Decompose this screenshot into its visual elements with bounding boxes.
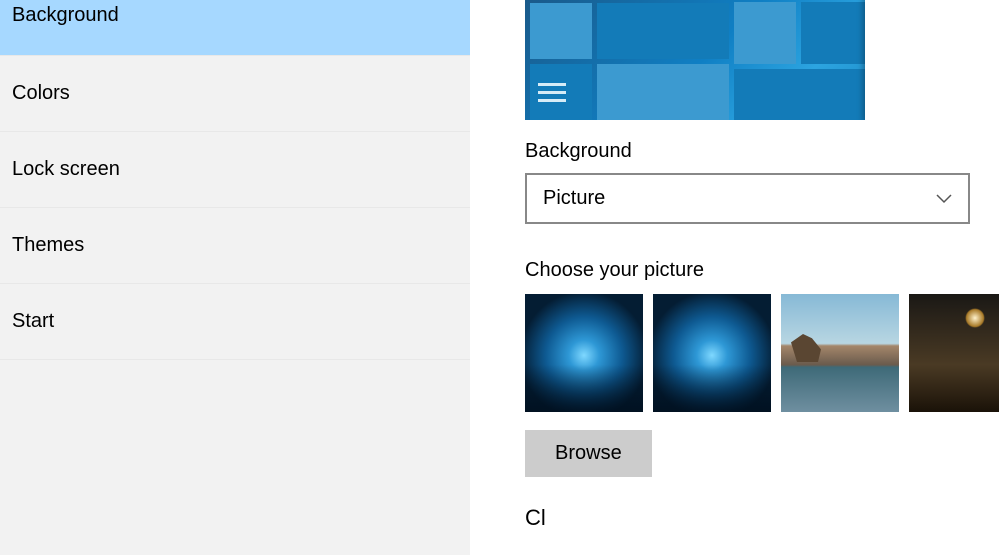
- sidebar-item-start[interactable]: Start: [0, 284, 470, 360]
- picture-thumbnail[interactable]: [653, 294, 771, 412]
- sidebar-item-label: Lock screen: [12, 158, 120, 181]
- background-type-dropdown[interactable]: Picture: [525, 173, 970, 224]
- sidebar-item-label: Colors: [12, 82, 70, 105]
- sidebar-item-background[interactable]: Background: [0, 0, 470, 56]
- chevron-down-icon: [936, 187, 952, 210]
- picture-thumbnail[interactable]: [525, 294, 643, 412]
- sidebar-item-themes[interactable]: Themes: [0, 208, 470, 284]
- desktop-preview: [525, 0, 1000, 120]
- browse-button[interactable]: Browse: [525, 430, 652, 477]
- main-content: Background Picture Choose your picture B…: [470, 0, 1000, 555]
- sidebar-item-lock-screen[interactable]: Lock screen: [0, 132, 470, 208]
- sidebar-item-label: Start: [12, 310, 54, 333]
- background-label: Background: [525, 140, 1000, 163]
- picture-thumbnail[interactable]: [909, 294, 999, 412]
- sidebar-item-label: Background: [12, 4, 119, 27]
- sidebar-item-label: Themes: [12, 234, 84, 257]
- picture-thumbnail[interactable]: [781, 294, 899, 412]
- sidebar-item-colors[interactable]: Colors: [0, 56, 470, 132]
- partial-heading: Cl: [525, 505, 1000, 531]
- choose-picture-label: Choose your picture: [525, 259, 1000, 282]
- picture-thumbnails: [525, 294, 1000, 412]
- settings-sidebar: Background Colors Lock screen Themes Sta…: [0, 0, 470, 555]
- dropdown-value: Picture: [543, 187, 605, 210]
